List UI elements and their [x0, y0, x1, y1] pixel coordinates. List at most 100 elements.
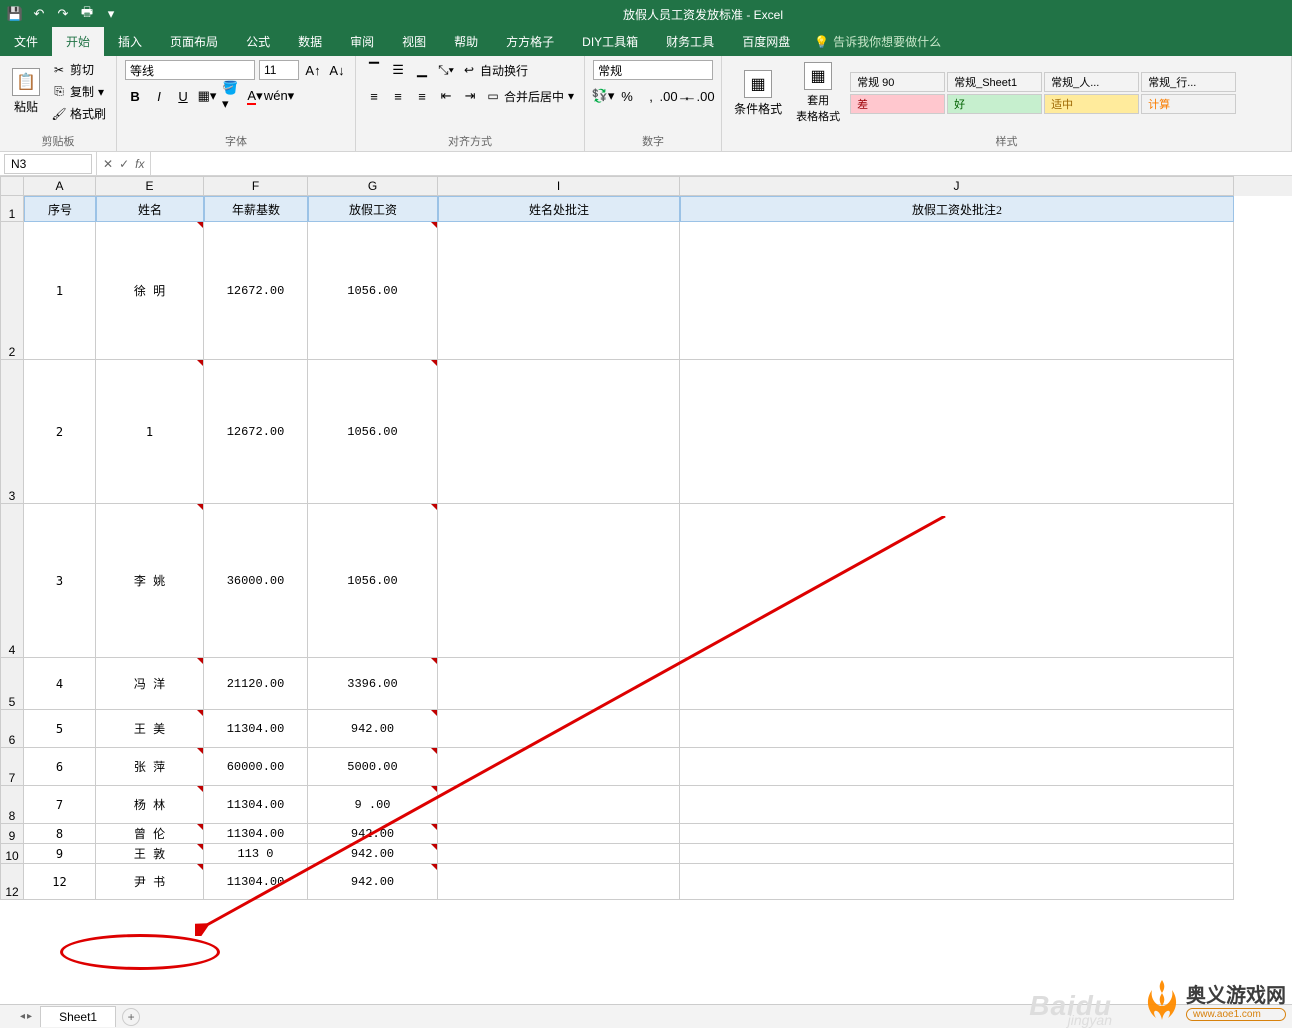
align-middle-icon[interactable]: ☰	[388, 60, 408, 80]
table-header-cell[interactable]: 姓名	[96, 196, 204, 222]
cancel-icon[interactable]: ✕	[103, 157, 113, 171]
select-all-corner[interactable]	[0, 176, 24, 196]
align-left-icon[interactable]: ≡	[364, 86, 384, 106]
table-header-cell[interactable]: 序号	[24, 196, 96, 222]
table-cell[interactable]: 1	[24, 222, 96, 360]
row-header[interactable]: 1	[0, 196, 24, 222]
table-cell[interactable]: 9	[24, 844, 96, 864]
row-header[interactable]: 8	[0, 786, 24, 824]
table-header-cell[interactable]: 姓名处批注	[438, 196, 680, 222]
table-format-button[interactable]: ▦ 套用 表格格式	[792, 60, 844, 126]
table-cell[interactable]	[438, 504, 680, 658]
copy-button[interactable]: ⎘复制▾	[50, 82, 108, 101]
table-cell[interactable]: 12	[24, 864, 96, 900]
table-cell[interactable]: 12672.00	[204, 222, 308, 360]
bold-button[interactable]: B	[125, 86, 145, 106]
table-cell[interactable]: 4	[24, 658, 96, 710]
style-good[interactable]: 好	[947, 94, 1042, 114]
table-cell[interactable]	[680, 658, 1234, 710]
table-cell[interactable]: 942.00	[308, 710, 438, 748]
currency-icon[interactable]: 💱▾	[593, 86, 613, 106]
tab-review[interactable]: 审阅	[336, 27, 388, 56]
enter-icon[interactable]: ✓	[119, 157, 129, 171]
tab-formulas[interactable]: 公式	[232, 27, 284, 56]
orientation-icon[interactable]: ⤡▾	[436, 60, 456, 80]
table-cell[interactable]: 1	[96, 360, 204, 504]
style-normal90[interactable]: 常规 90	[850, 72, 945, 92]
formula-input[interactable]	[151, 154, 1292, 174]
table-cell[interactable]: 9 .00	[308, 786, 438, 824]
row-header[interactable]: 3	[0, 360, 24, 504]
table-cell[interactable]: 113 0	[204, 844, 308, 864]
table-cell[interactable]	[680, 786, 1234, 824]
table-cell[interactable]: 冯 洋	[96, 658, 204, 710]
sheet-tab-1[interactable]: Sheet1	[40, 1006, 116, 1027]
table-cell[interactable]: 11304.00	[204, 824, 308, 844]
table-cell[interactable]: 5	[24, 710, 96, 748]
tab-page-layout[interactable]: 页面布局	[156, 27, 232, 56]
table-cell[interactable]: 6	[24, 748, 96, 786]
tab-fanggezi[interactable]: 方方格子	[492, 27, 568, 56]
table-cell[interactable]: 942.00	[308, 844, 438, 864]
phonetic-button[interactable]: wén▾	[269, 86, 289, 106]
table-cell[interactable]: 11304.00	[204, 710, 308, 748]
table-cell[interactable]	[438, 710, 680, 748]
table-cell[interactable]: 8	[24, 824, 96, 844]
style-normal-row[interactable]: 常规_行...	[1141, 72, 1236, 92]
table-cell[interactable]	[680, 504, 1234, 658]
italic-button[interactable]: I	[149, 86, 169, 106]
tab-home[interactable]: 开始	[52, 27, 104, 56]
fill-color-button[interactable]: 🪣▾	[221, 86, 241, 106]
table-cell[interactable]: 王 敦	[96, 844, 204, 864]
table-cell[interactable]: 杨 林	[96, 786, 204, 824]
row-header[interactable]: 4	[0, 504, 24, 658]
conditional-format-button[interactable]: ▦ 条件格式	[730, 68, 786, 119]
tab-file[interactable]: 文件	[0, 27, 52, 56]
table-cell[interactable]: 3	[24, 504, 96, 658]
align-center-icon[interactable]: ≡	[388, 86, 408, 106]
table-cell[interactable]	[438, 658, 680, 710]
cut-button[interactable]: ✂剪切	[50, 60, 108, 79]
redo-icon[interactable]: ↷	[54, 5, 72, 23]
col-header-J[interactable]: J	[680, 176, 1234, 196]
table-cell[interactable]: 21120.00	[204, 658, 308, 710]
table-cell[interactable]: 11304.00	[204, 786, 308, 824]
style-neutral[interactable]: 适中	[1044, 94, 1139, 114]
table-cell[interactable]	[680, 710, 1234, 748]
tab-data[interactable]: 数据	[284, 27, 336, 56]
row-header[interactable]: 9	[0, 824, 24, 844]
align-bottom-icon[interactable]: ▁	[412, 60, 432, 80]
table-cell[interactable]	[438, 360, 680, 504]
table-cell[interactable]	[438, 222, 680, 360]
col-header-E[interactable]: E	[96, 176, 204, 196]
table-cell[interactable]	[438, 824, 680, 844]
table-cell[interactable]: 尹 书	[96, 864, 204, 900]
table-cell[interactable]: 942.00	[308, 864, 438, 900]
row-header[interactable]: 5	[0, 658, 24, 710]
col-header-A[interactable]: A	[24, 176, 96, 196]
table-cell[interactable]: 3396.00	[308, 658, 438, 710]
merge-center-button[interactable]: ▭合并后居中▾	[484, 87, 576, 106]
tab-help[interactable]: 帮助	[440, 27, 492, 56]
increase-indent-icon[interactable]: ⇥	[460, 86, 480, 106]
decrease-font-icon[interactable]: A↓	[327, 60, 347, 80]
table-cell[interactable]	[680, 360, 1234, 504]
align-right-icon[interactable]: ≡	[412, 86, 432, 106]
style-normal-person[interactable]: 常规_人...	[1044, 72, 1139, 92]
table-cell[interactable]: 王 美	[96, 710, 204, 748]
undo-icon[interactable]: ↶	[30, 5, 48, 23]
table-cell[interactable]	[680, 844, 1234, 864]
table-cell[interactable]: 942.00	[308, 824, 438, 844]
table-cell[interactable]	[680, 824, 1234, 844]
table-cell[interactable]	[680, 748, 1234, 786]
font-name-select[interactable]	[125, 60, 255, 80]
underline-button[interactable]: U	[173, 86, 193, 106]
number-format-select[interactable]	[593, 60, 713, 80]
row-header[interactable]: 12	[0, 864, 24, 900]
table-cell[interactable]	[438, 844, 680, 864]
qat-more-icon[interactable]: ▾	[102, 5, 120, 23]
tab-diy[interactable]: DIY工具箱	[568, 27, 652, 56]
table-cell[interactable]	[680, 864, 1234, 900]
table-cell[interactable]: 7	[24, 786, 96, 824]
table-cell[interactable]: 12672.00	[204, 360, 308, 504]
